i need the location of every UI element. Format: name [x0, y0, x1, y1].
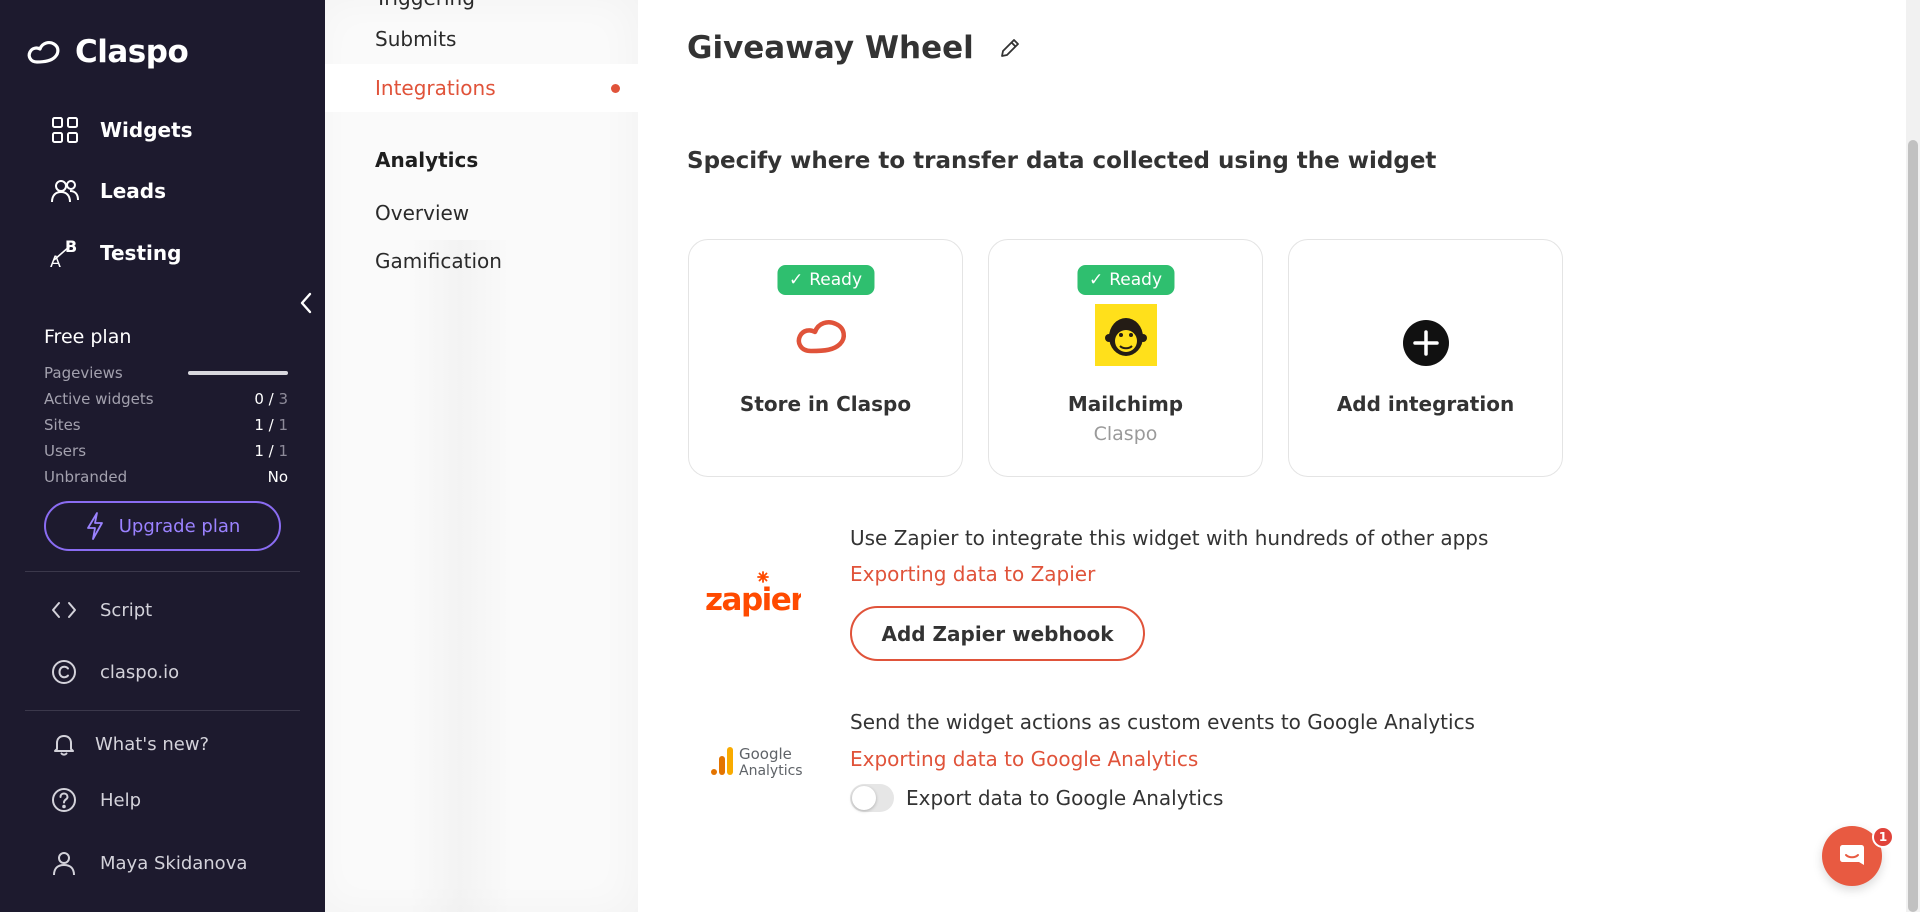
chat-unread-badge: 1: [1872, 826, 1894, 848]
ga-help-link[interactable]: Exporting data to Google Analytics: [850, 747, 1198, 771]
zapier-description: Use Zapier to integrate this widget with…: [850, 526, 1489, 550]
check-icon: ✓: [788, 270, 804, 290]
claspo-cloud-icon: [27, 41, 60, 64]
svg-text:B: B: [65, 238, 77, 256]
bell-icon: [54, 735, 74, 756]
subnav-item-submits[interactable]: Submits: [375, 27, 456, 51]
claspo-cloud-logo: [796, 320, 846, 354]
ready-badge: ✓ Ready: [1076, 265, 1175, 295]
ab-test-icon: A B: [50, 238, 77, 268]
users-label: Users: [44, 442, 87, 460]
sites-value: 1 / 1: [254, 416, 288, 434]
user-icon: [53, 852, 75, 876]
nav-widgets[interactable]: Widgets: [50, 110, 193, 150]
upgrade-plan-label: Upgrade plan: [118, 515, 241, 537]
unbranded-label: Unbranded: [44, 468, 128, 486]
sidebar-item-claspo-site[interactable]: claspo.io: [50, 654, 179, 690]
sidebar-item-script[interactable]: Script: [50, 592, 152, 628]
zapier-logo: zapier: [705, 570, 808, 624]
claspo-logo[interactable]: Claspo: [25, 32, 189, 72]
main-sidebar: Claspo Widgets Leads A B Testing Free pl…: [0, 0, 325, 912]
plan-unbranded: Unbranded No: [44, 466, 288, 488]
plan-users: Users 1 / 1: [44, 440, 288, 462]
widget-title: Giveaway Wheel: [687, 30, 974, 66]
pageviews-label: Pageviews: [44, 364, 123, 382]
svg-text:Google: Google: [739, 745, 792, 763]
chat-icon: [1840, 845, 1864, 865]
export-ga-toggle-row[interactable]: Export data to Google Analytics: [850, 784, 1223, 812]
plan-title: Free plan: [44, 326, 132, 348]
zapier-help-link[interactable]: Exporting data to Zapier: [850, 562, 1095, 586]
nav-leads[interactable]: Leads: [50, 171, 166, 211]
export-ga-toggle[interactable]: [850, 784, 894, 812]
sidebar-divider: [25, 571, 300, 572]
active-widgets-value: 0 / 3: [254, 390, 288, 408]
card-subtitle: Claspo: [1093, 423, 1158, 445]
pageviews-progress-bar: [188, 371, 288, 375]
svg-text:zapier: zapier: [705, 582, 801, 618]
unbranded-value: No: [267, 468, 288, 486]
nav-widgets-label: Widgets: [100, 118, 193, 142]
upgrade-plan-button[interactable]: Upgrade plan: [44, 501, 281, 551]
ga-description: Send the widget actions as custom events…: [850, 710, 1475, 734]
google-analytics-logo: Google Analytics: [708, 741, 804, 785]
card-title: Store in Claspo: [739, 392, 912, 416]
page-title: Giveaway Wheel: [687, 30, 1022, 66]
subnav-item-triggering[interactable]: Triggering: [375, 0, 475, 10]
integrations-intro: Specify where to transfer data collected…: [687, 148, 1437, 174]
code-icon: [52, 602, 76, 618]
help-icon: [52, 788, 76, 812]
sidebar-item-whats-new[interactable]: What's new?: [50, 726, 209, 762]
card-title: Mailchimp: [1067, 392, 1184, 416]
plan-pageviews: Pageviews: [44, 362, 288, 384]
sidebar-item-user-name: Maya Skidanova: [100, 852, 248, 874]
sidebar-item-user-profile[interactable]: Maya Skidanova: [50, 845, 247, 881]
subnav-item-gamification[interactable]: Gamification: [375, 249, 502, 273]
active-indicator-dot: [611, 83, 620, 93]
mailchimp-logo: [1094, 304, 1157, 366]
grid-icon: [52, 117, 78, 143]
page-scrollbar-thumb[interactable]: [1908, 140, 1918, 912]
sites-label: Sites: [44, 416, 81, 434]
sidebar-item-claspo-site-label: claspo.io: [100, 661, 180, 683]
lightning-icon: [86, 512, 103, 540]
export-ga-toggle-label: Export data to Google Analytics: [906, 786, 1224, 810]
add-zapier-webhook-button[interactable]: Add Zapier webhook: [850, 606, 1145, 661]
sidebar-item-help-label: Help: [100, 789, 142, 811]
integration-card-mailchimp[interactable]: ✓ Ready Mailchimp Claspo: [988, 239, 1263, 477]
sidebar-item-help[interactable]: Help: [50, 782, 141, 818]
check-icon: ✓: [1088, 270, 1104, 290]
plus-circle-icon: [1402, 320, 1449, 366]
plan-active-widgets: Active widgets 0 / 3: [44, 388, 288, 410]
nav-leads-label: Leads: [100, 179, 167, 203]
sidebar-divider: [25, 710, 300, 711]
sidebar-item-script-label: Script: [100, 599, 153, 621]
active-widgets-label: Active widgets: [44, 390, 154, 408]
svg-text:Analytics: Analytics: [739, 763, 803, 779]
integration-card-claspo[interactable]: ✓ Ready Store in Claspo: [688, 239, 963, 477]
users-value: 1 / 1: [254, 442, 288, 460]
brand-name: Claspo: [75, 34, 189, 70]
subnav-item-overview[interactable]: Overview: [375, 201, 469, 225]
add-integration-card[interactable]: Add integration: [1288, 239, 1563, 477]
pencil-icon[interactable]: [998, 36, 1022, 60]
subnav-heading-analytics: Analytics: [375, 148, 479, 172]
card-title: Add integration: [1336, 392, 1515, 416]
nav-testing-label: Testing: [100, 241, 182, 265]
sidebar-item-whats-new-label: What's new?: [95, 733, 210, 755]
ready-badge: ✓ Ready: [776, 265, 875, 295]
nav-testing[interactable]: A B Testing: [50, 233, 181, 273]
plan-sites: Sites 1 / 1: [44, 414, 288, 436]
subnav-item-integrations[interactable]: Integrations: [325, 64, 638, 112]
subnav-item-integrations-label: Integrations: [375, 76, 496, 100]
toggle-knob: [852, 786, 876, 810]
chevron-left-icon[interactable]: [296, 290, 316, 316]
widget-settings-nav: [325, 0, 638, 912]
copyright-icon: [52, 660, 76, 684]
users-icon: [51, 180, 79, 203]
